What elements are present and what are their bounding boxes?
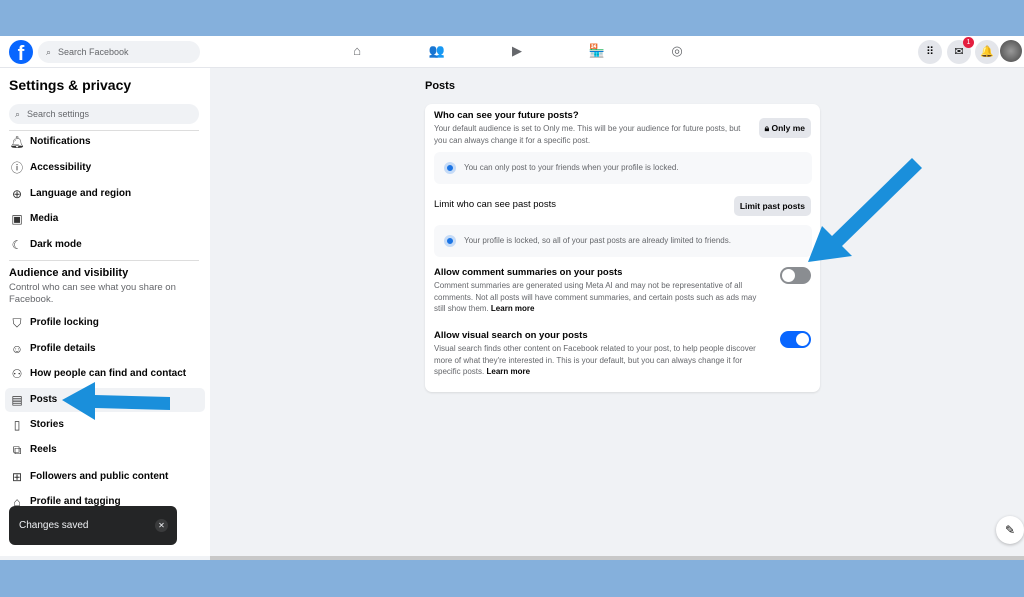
arrow-to-posts <box>62 382 170 420</box>
annotation-arrows <box>62 158 922 420</box>
arrow-to-comment-toggle <box>808 158 922 262</box>
